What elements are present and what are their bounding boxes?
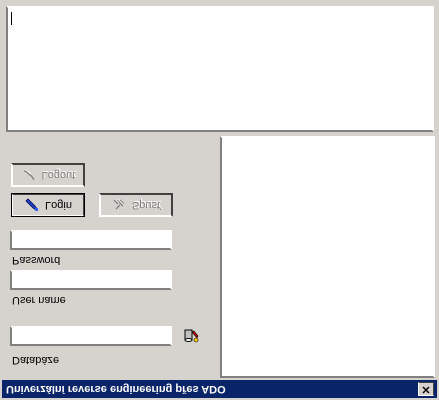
database-connect-icon[interactable] (182, 326, 200, 344)
password-input[interactable] (10, 230, 172, 250)
app-window: Univerzální reverse engineering přes ADO… (0, 0, 439, 400)
window-title: Univerzální reverse engineering přes ADO (6, 383, 226, 395)
log-textarea[interactable] (6, 6, 434, 132)
password-label: Password (12, 254, 61, 266)
logout-button-label: Logout (41, 169, 76, 181)
run-icon (113, 198, 125, 210)
database-label: Databáze (12, 354, 60, 366)
user-name-input[interactable] (10, 270, 172, 290)
user-name-label: User name (12, 294, 66, 306)
title-bar[interactable]: Univerzální reverse engineering přes ADO… (2, 380, 437, 398)
logout-icon (23, 169, 35, 181)
logout-button[interactable]: Logout (11, 163, 85, 187)
spust-button[interactable]: Spusť (99, 193, 173, 217)
text-caret (11, 12, 12, 25)
close-icon: ✕ (421, 383, 431, 395)
spust-button-label: Spusť (131, 199, 162, 211)
results-panel[interactable] (220, 136, 435, 378)
close-button[interactable]: ✕ (418, 382, 434, 396)
login-button[interactable]: Login (11, 193, 85, 217)
database-input[interactable] (10, 326, 172, 346)
key-icon (25, 198, 39, 212)
login-button-label: Login (45, 199, 72, 211)
